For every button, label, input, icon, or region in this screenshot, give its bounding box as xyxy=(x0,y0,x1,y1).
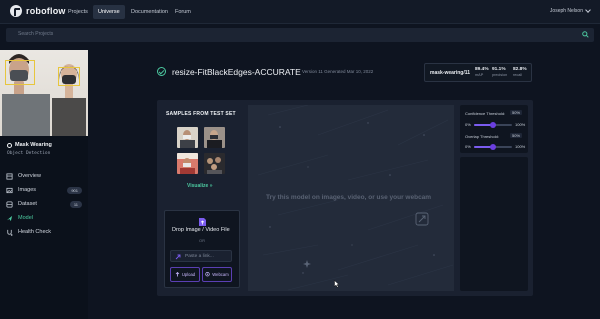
sample-thumbnail[interactable] xyxy=(177,127,198,148)
webcam-icon xyxy=(205,272,210,277)
canvas-prompt: Try this model on images, video, or use … xyxy=(266,194,432,201)
webcam-button[interactable]: Webcam xyxy=(202,267,232,282)
sidebar-item-label: Dataset xyxy=(18,201,37,207)
trained-check-icon xyxy=(157,67,166,76)
project-name: Mask Wearing xyxy=(15,142,52,148)
sidebar: Mask Wearing Object Detection Overview I… xyxy=(0,50,88,319)
upload-icon xyxy=(175,272,180,277)
threshold-settings: Confidence Threshold: 50% 0% 100% Overla… xyxy=(460,105,528,153)
sidebar-item-label: Overview xyxy=(18,173,41,179)
upload-button-label: Upload xyxy=(181,272,196,277)
chevron-down-icon xyxy=(585,7,591,13)
paste-link-input[interactable]: Paste a link... xyxy=(170,250,232,262)
nav-documentation[interactable]: Documentation xyxy=(126,5,173,19)
map-label: mAP xyxy=(475,73,484,77)
confidence-max: 100% xyxy=(515,122,526,127)
sidebar-item-overview[interactable]: Overview xyxy=(0,169,88,183)
sidebar-item-label: Model xyxy=(18,215,33,221)
sample-thumbnail[interactable] xyxy=(177,153,198,174)
model-metrics[interactable]: mask-wearing/11 89.4% mAP 91.1% precisio… xyxy=(424,63,532,82)
drop-zone-title: Drop Image / Video File xyxy=(172,227,230,233)
nav-projects[interactable]: Projects xyxy=(63,5,93,19)
brand-name: roboflow xyxy=(26,6,66,16)
upload-file-icon xyxy=(199,218,206,226)
sidebar-item-health-check[interactable]: Health Check xyxy=(0,225,88,239)
project-title: Mask Wearing xyxy=(7,142,52,148)
images-count-badge: 901 xyxy=(67,186,82,194)
map-metric: 89.4% mAP xyxy=(475,67,489,77)
sample-thumbnail[interactable] xyxy=(204,153,225,174)
roboflow-logo-icon xyxy=(10,5,22,17)
confidence-label: Confidence Threshold: xyxy=(465,111,506,116)
search-icon[interactable] xyxy=(582,31,589,38)
version-meta: Version 11 Generated Mar 10, 2022 xyxy=(302,69,374,74)
project-type: Object Detection xyxy=(7,151,51,156)
model-title: resize-FitBlackEdges-ACCURATE xyxy=(172,67,301,77)
search-placeholder: Search Projects xyxy=(18,31,54,37)
link-icon xyxy=(175,254,181,260)
precision-value: 91.1% xyxy=(492,67,506,72)
upload-button[interactable]: Upload xyxy=(170,267,200,282)
dataset-version-badge: 11 xyxy=(69,200,82,208)
search-input[interactable]: Search Projects xyxy=(6,28,594,42)
images-icon xyxy=(6,187,13,193)
or-divider: OR xyxy=(199,238,205,243)
recall-label: recall xyxy=(513,73,523,77)
precision-label: precision xyxy=(492,73,508,77)
model-id: mask-wearing/11 xyxy=(430,70,471,76)
paste-link-placeholder: Paste a link... xyxy=(185,254,214,259)
overview-icon xyxy=(6,172,13,180)
confidence-value[interactable]: 50% xyxy=(510,110,523,115)
recall-metric: 82.8% recall xyxy=(513,67,527,77)
detection-box xyxy=(5,60,35,85)
project-cover-image xyxy=(0,50,88,136)
nav-forum[interactable]: Forum xyxy=(170,5,196,19)
overlap-label: Overlap Threshold: xyxy=(465,134,499,139)
map-value: 89.4% xyxy=(475,67,489,72)
nav-universe[interactable]: Universe xyxy=(93,5,125,19)
mouse-cursor-icon xyxy=(334,280,340,288)
results-panel xyxy=(460,157,528,291)
dataset-icon xyxy=(6,200,13,208)
model-icon xyxy=(6,215,13,221)
overlap-min: 0% xyxy=(465,144,471,149)
top-navigation: roboflow Projects Universe Documentation… xyxy=(0,0,600,24)
detection-box xyxy=(58,67,80,86)
roboflow-logo[interactable]: roboflow xyxy=(10,5,66,17)
confidence-slider[interactable] xyxy=(474,122,512,128)
health-check-icon xyxy=(7,229,13,236)
sidebar-item-model[interactable]: Model xyxy=(0,211,88,225)
samples-title: SAMPLES FROM TEST SET xyxy=(166,111,236,117)
overlap-max: 100% xyxy=(515,144,526,149)
visualize-link[interactable]: Visualize » xyxy=(187,183,212,189)
precision-metric: 91.1% precision xyxy=(492,67,507,77)
confidence-min: 0% xyxy=(465,122,471,127)
recall-value: 82.8% xyxy=(513,67,527,72)
sample-thumbnail[interactable] xyxy=(204,127,225,148)
user-name: Joseph Nelson xyxy=(549,8,583,14)
confidence-slider-thumb[interactable] xyxy=(490,122,496,128)
overlap-slider[interactable] xyxy=(474,144,512,150)
sidebar-item-images[interactable]: Images 901 xyxy=(0,183,88,197)
overlap-value[interactable]: 50% xyxy=(510,133,523,138)
sidebar-item-label: Health Check xyxy=(18,229,52,235)
project-icon xyxy=(7,142,12,148)
webcam-button-label: Webcam xyxy=(212,272,229,277)
sidebar-item-dataset[interactable]: Dataset 11 xyxy=(0,197,88,211)
overlap-slider-thumb[interactable] xyxy=(490,144,496,150)
sidebar-item-label: Images xyxy=(18,187,37,193)
user-menu[interactable]: Joseph Nelson xyxy=(549,7,591,14)
